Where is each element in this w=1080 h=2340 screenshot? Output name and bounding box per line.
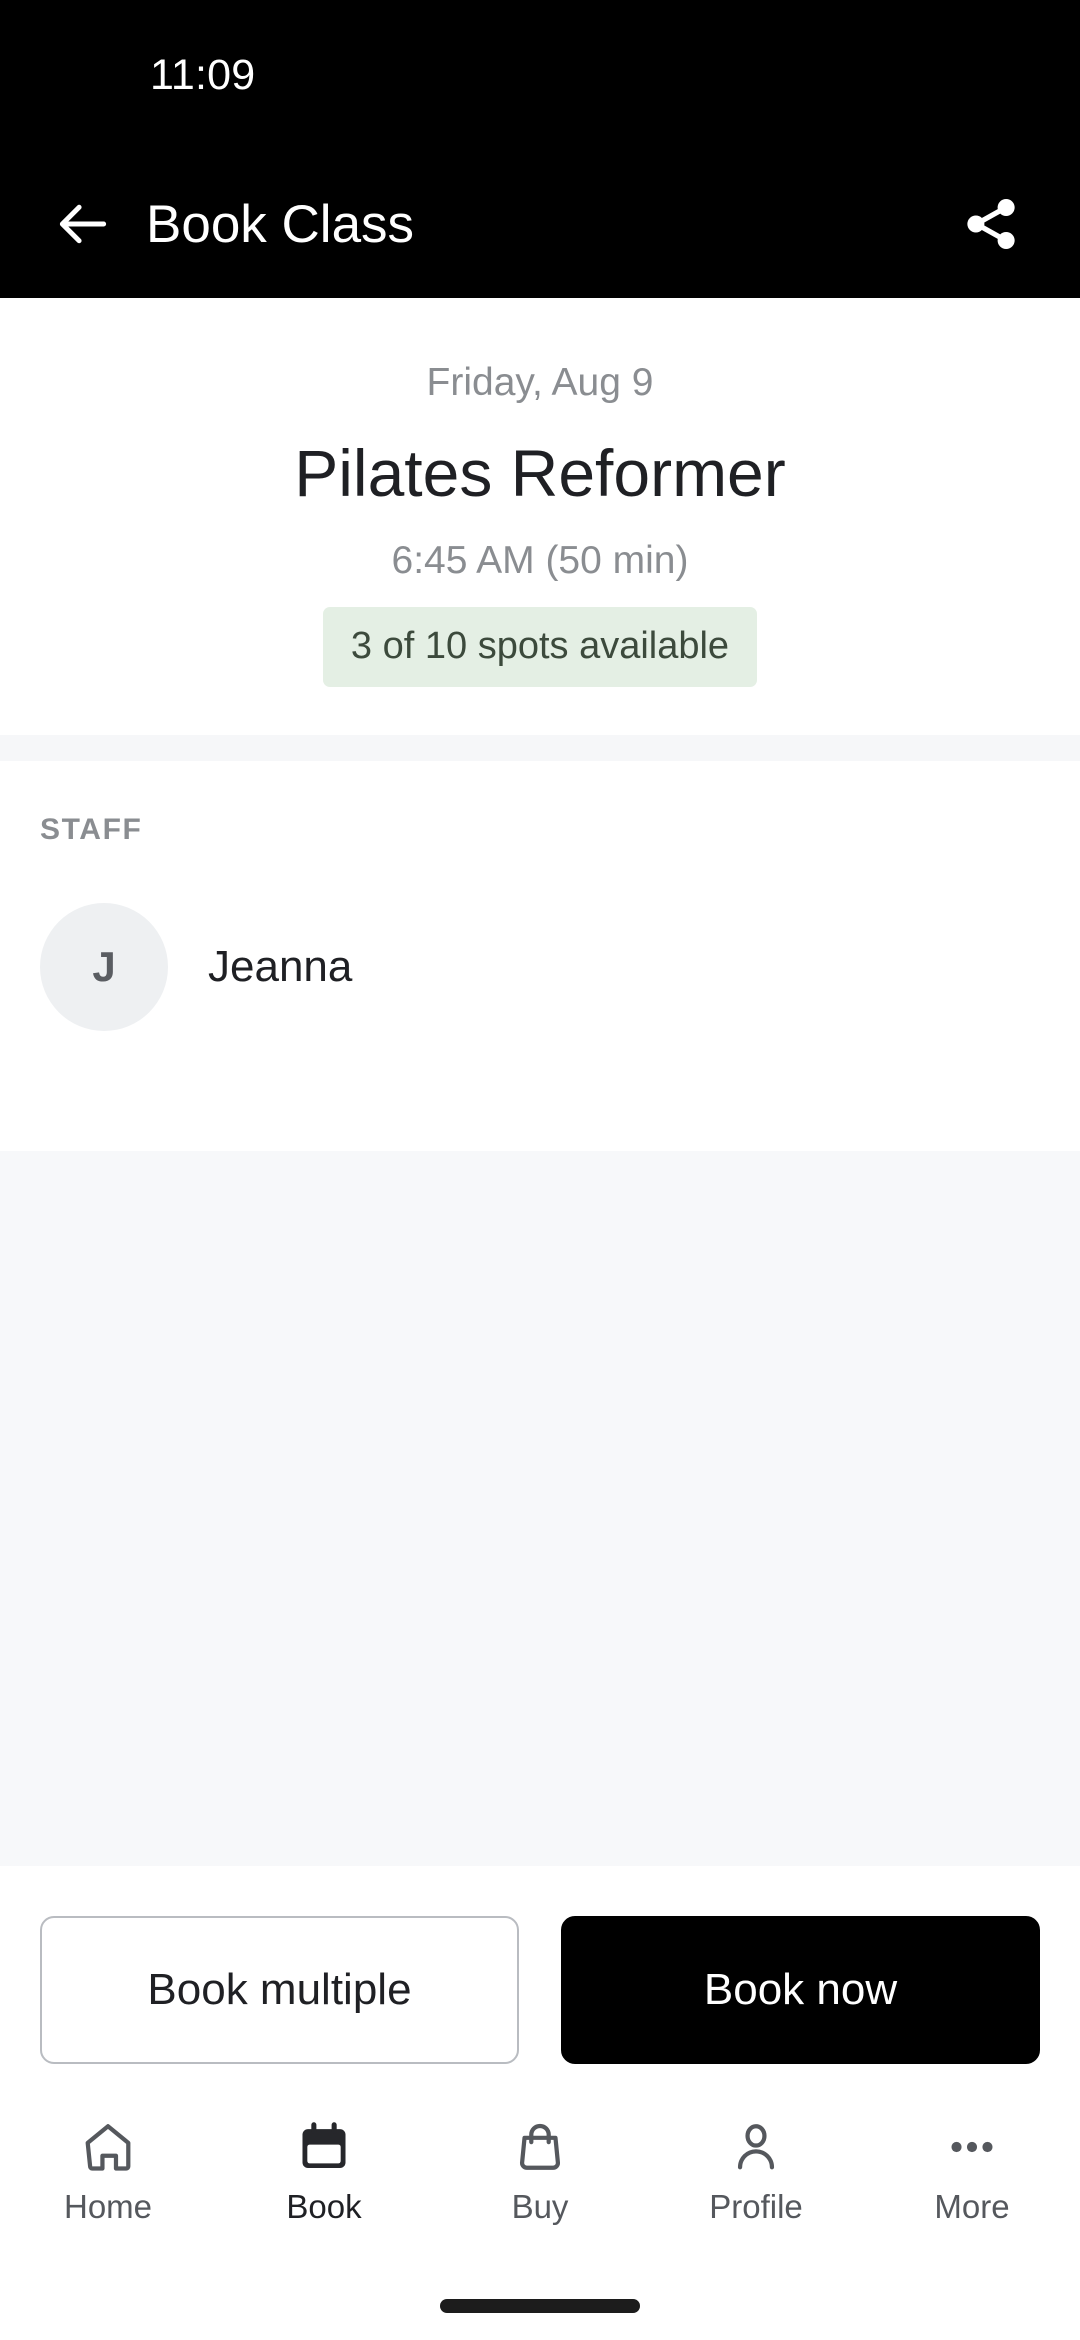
nav-label-book: Book bbox=[286, 2188, 362, 2225]
home-indicator-area bbox=[0, 2272, 1080, 2340]
page-title: Book Class bbox=[146, 194, 415, 254]
class-header: Friday, Aug 9 Pilates Reformer 6:45 AM (… bbox=[0, 298, 1080, 735]
arrow-left-icon bbox=[59, 204, 107, 244]
nav-item-more[interactable]: More bbox=[864, 2116, 1080, 2223]
avatar-initial: J bbox=[92, 942, 116, 990]
home-indicator[interactable] bbox=[440, 2299, 640, 2313]
app-bar: Book Class bbox=[0, 150, 1080, 298]
class-date: Friday, Aug 9 bbox=[426, 361, 654, 404]
status-bar: 11:09 bbox=[0, 0, 1080, 150]
nav-label-more: More bbox=[934, 2188, 1010, 2225]
staff-section-label: STAFF bbox=[40, 812, 143, 846]
avatar: J bbox=[40, 902, 168, 1031]
back-button[interactable] bbox=[44, 185, 122, 263]
nav-label-buy: Buy bbox=[511, 2188, 569, 2225]
class-time: 6:45 AM (50 min) bbox=[391, 538, 689, 582]
staff-list-item[interactable]: J Jeanna bbox=[40, 902, 1040, 1031]
staff-section: STAFF J Jeanna bbox=[0, 760, 1080, 1151]
content-filler-area bbox=[0, 1150, 1080, 1866]
share-icon bbox=[967, 198, 1015, 250]
bottom-navigation: Home Book Buy Profile More bbox=[0, 2102, 1080, 2272]
calendar-icon bbox=[295, 2116, 353, 2178]
home-icon bbox=[79, 2116, 137, 2178]
nav-item-profile[interactable]: Profile bbox=[648, 2116, 864, 2223]
book-now-button[interactable]: Book now bbox=[561, 1916, 1040, 2064]
person-icon bbox=[727, 2116, 785, 2178]
status-bar-clock: 11:09 bbox=[150, 50, 256, 99]
nav-item-buy[interactable]: Buy bbox=[432, 2116, 648, 2223]
book-class-screen: 11:09 Book Class Friday, Aug 9 Pilates R… bbox=[0, 0, 1080, 2340]
dots-icon bbox=[943, 2116, 1001, 2178]
book-multiple-button[interactable]: Book multiple bbox=[40, 1916, 519, 2064]
nav-item-book[interactable]: Book bbox=[216, 2116, 432, 2223]
class-name: Pilates Reformer bbox=[294, 435, 786, 510]
bag-icon bbox=[511, 2116, 569, 2178]
section-separator-top bbox=[0, 734, 1080, 761]
nav-item-home[interactable]: Home bbox=[0, 2116, 216, 2223]
nav-label-profile: Profile bbox=[709, 2188, 803, 2225]
share-button[interactable] bbox=[948, 181, 1034, 267]
nav-label-home: Home bbox=[63, 2188, 153, 2225]
staff-name: Jeanna bbox=[208, 941, 353, 991]
spots-available-badge: 3 of 10 spots available bbox=[322, 606, 758, 687]
action-bar: Book multiple Book now bbox=[0, 1866, 1080, 2102]
